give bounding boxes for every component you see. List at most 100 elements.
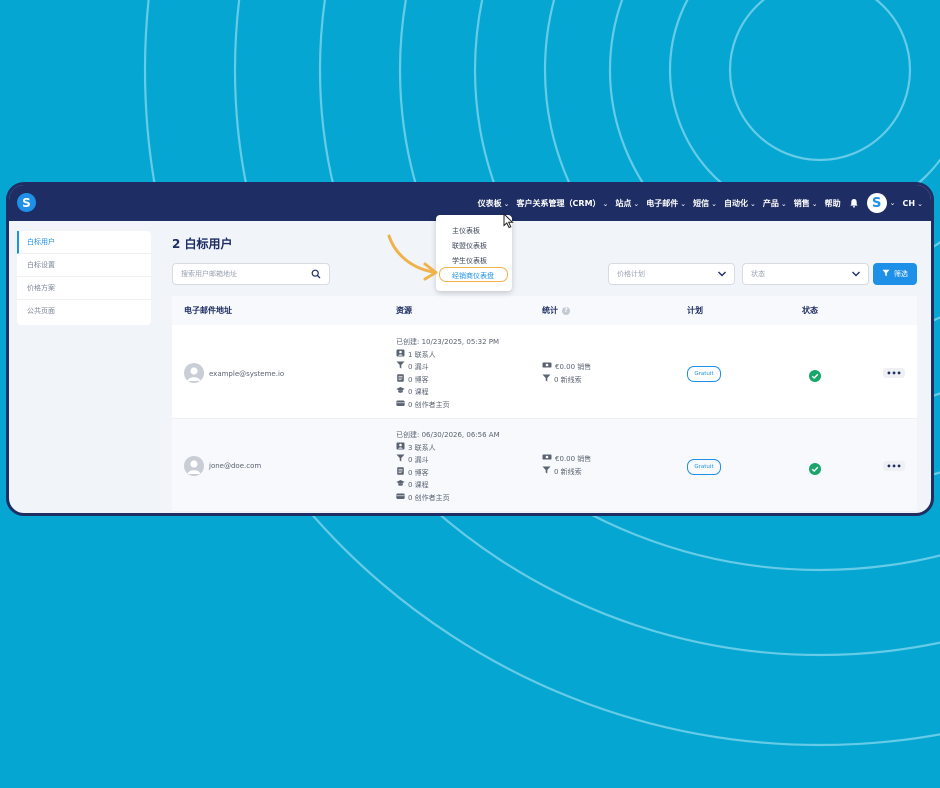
funnel-icon: [396, 454, 405, 467]
dropdown-item-student-dashboard[interactable]: 学生仪表板: [452, 256, 487, 266]
sidebar: 白标用户 白标设置 价格方案 公共页面: [17, 231, 151, 325]
chevron-down-icon: [851, 270, 861, 280]
contacts-count: 3 联系人: [396, 442, 500, 455]
contact-card-icon: [396, 442, 405, 455]
stats-cell: €0.00 销售 0 新线索: [542, 361, 591, 386]
cash-icon: [542, 453, 552, 466]
nav-products[interactable]: 产品 ⌄: [763, 198, 787, 209]
nav-automation[interactable]: 自动化 ⌄: [724, 198, 756, 209]
new-leads: 0 新线索: [542, 374, 591, 387]
status-placeholder: 状态: [751, 270, 765, 278]
dropdown-item-main-dashboard[interactable]: 主仪表板: [452, 226, 480, 236]
chevron-down-icon[interactable]: ⌄: [890, 199, 896, 207]
dashboard-dropdown: 主仪表板 联盟仪表板 学生仪表板 经销商仪表盘: [436, 215, 512, 291]
nav-sales[interactable]: 销售 ⌄: [794, 198, 818, 209]
header-email: 电子邮件地址: [184, 306, 232, 315]
users-table: 电子邮件地址 资源 统计 ? 计划 状态 example@systeme.io …: [172, 296, 917, 512]
status-select[interactable]: 状态: [742, 263, 869, 285]
nav-help[interactable]: 帮助: [825, 198, 841, 209]
dropdown-item-reseller-dashboard[interactable]: 经销商仪表盘: [452, 271, 494, 281]
table-header: 电子邮件地址 资源 统计 ? 计划 状态: [172, 296, 917, 325]
dropdown-item-affiliate-dashboard[interactable]: 联盟仪表板: [452, 241, 487, 251]
chevron-down-icon: ⌄: [811, 199, 818, 208]
price-plan-select[interactable]: 价格计划: [608, 263, 735, 285]
courses-count: 0 课程: [396, 479, 500, 492]
contacts-count: 1 联系人: [396, 349, 499, 362]
search-placeholder: 搜索用户邮箱地址: [181, 270, 237, 278]
check-circle-icon: [809, 460, 821, 475]
table-row[interactable]: example@systeme.io 已创建: 10/23/2025, 05:3…: [172, 326, 917, 419]
chevron-down-icon: ⌄: [917, 199, 923, 208]
graduation-cap-icon: [396, 386, 405, 399]
filter-button[interactable]: 筛选: [873, 263, 917, 285]
sales-total: €0.00 销售: [542, 453, 591, 466]
chevron-down-icon: ⌄: [633, 199, 640, 208]
blogs-count: 0 博客: [396, 466, 500, 480]
creator-pages-count: 0 创作者主页: [396, 492, 500, 505]
resources-cell: 已创建: 10/23/2025, 05:32 PM 1 联系人 0 漏斗 0 博…: [396, 336, 499, 411]
sales-total: €0.00 销售: [542, 361, 591, 374]
funnels-count: 0 漏斗: [396, 361, 499, 374]
blogs-count: 0 博客: [396, 373, 499, 387]
check-circle-icon: [809, 367, 821, 382]
sidebar-item-public-pages[interactable]: 公共页面: [17, 300, 151, 322]
funnels-count: 0 漏斗: [396, 454, 500, 467]
sidebar-item-price-plans[interactable]: 价格方案: [17, 277, 151, 300]
header-status: 状态: [802, 306, 818, 315]
document-icon: [396, 373, 405, 387]
filter-icon: [882, 269, 890, 279]
plan-badge: Gratuit: [687, 366, 721, 382]
avatar: [184, 363, 204, 383]
header-resources: 资源: [396, 306, 412, 315]
row-actions-button[interactable]: •••: [883, 461, 905, 471]
header-plan: 计划: [687, 306, 703, 315]
row-actions-button[interactable]: •••: [883, 368, 905, 378]
search-input[interactable]: 搜索用户邮箱地址: [172, 263, 330, 285]
header-stats: 统计 ?: [542, 305, 570, 316]
graduation-cap-icon: [396, 479, 405, 492]
info-icon[interactable]: ?: [562, 306, 570, 315]
bell-icon[interactable]: [849, 198, 859, 208]
nav-sms[interactable]: 短信 ⌄: [693, 198, 717, 209]
created-date: 已创建: 10/23/2025, 05:32 PM: [396, 338, 500, 346]
price-plan-placeholder: 价格计划: [617, 270, 645, 278]
main-nav: 仪表板 ⌄ 客户关系管理（CRM） ⌄ 站点 ⌄ 电子邮件 ⌄ 短信 ⌄ 自动化 ⌄ 产品 ⌄…: [471, 185, 923, 221]
contact-card-icon: [396, 349, 405, 362]
creator-page-icon: [396, 492, 405, 505]
nav-dashboard[interactable]: 仪表板 ⌄: [478, 198, 510, 209]
created-date: 已创建: 06/30/2026, 06:56 AM: [396, 431, 500, 439]
language-switcher[interactable]: CH ⌄: [903, 199, 923, 208]
stats-cell: €0.00 销售 0 新线索: [542, 453, 591, 478]
sidebar-item-whitelabel-users[interactable]: 白标用户: [17, 231, 151, 254]
new-leads: 0 新线索: [542, 466, 591, 479]
chevron-down-icon: ⌄: [602, 199, 609, 208]
chevron-down-icon: ⌄: [711, 199, 718, 208]
chevron-down-icon: ⌄: [680, 199, 687, 208]
user-email: jone@doe.com: [209, 462, 262, 470]
systeme-logo[interactable]: S: [17, 193, 36, 212]
annotation-arrow-icon: [387, 234, 438, 281]
search-icon[interactable]: [311, 269, 321, 281]
cash-icon: [542, 361, 552, 374]
nav-sites[interactable]: 站点 ⌄: [615, 198, 639, 209]
creator-page-icon: [396, 399, 405, 412]
filter-label: 筛选: [894, 270, 908, 278]
chevron-down-icon: ⌄: [750, 199, 756, 208]
chevron-down-icon: ⌄: [503, 199, 510, 208]
creator-pages-count: 0 创作者主页: [396, 399, 499, 412]
chevron-down-icon: [717, 270, 727, 280]
avatar: [184, 456, 204, 476]
chevron-down-icon: ⌄: [780, 199, 787, 208]
plan-badge: Gratuit: [687, 459, 721, 475]
page-title: 2 白标用户: [172, 237, 233, 251]
nav-crm[interactable]: 客户关系管理（CRM） ⌄: [517, 198, 609, 209]
mouse-cursor-icon: [503, 213, 514, 229]
nav-email[interactable]: 电子邮件 ⌄: [646, 198, 686, 209]
user-avatar-menu[interactable]: S: [866, 193, 887, 213]
courses-count: 0 课程: [396, 386, 499, 399]
funnel-icon: [396, 361, 405, 374]
document-icon: [396, 466, 405, 480]
funnel-icon: [542, 466, 551, 479]
table-row[interactable]: jone@doe.com 已创建: 06/30/2026, 06:56 AM 3…: [172, 419, 917, 512]
sidebar-item-whitelabel-settings[interactable]: 白标设置: [17, 254, 151, 277]
